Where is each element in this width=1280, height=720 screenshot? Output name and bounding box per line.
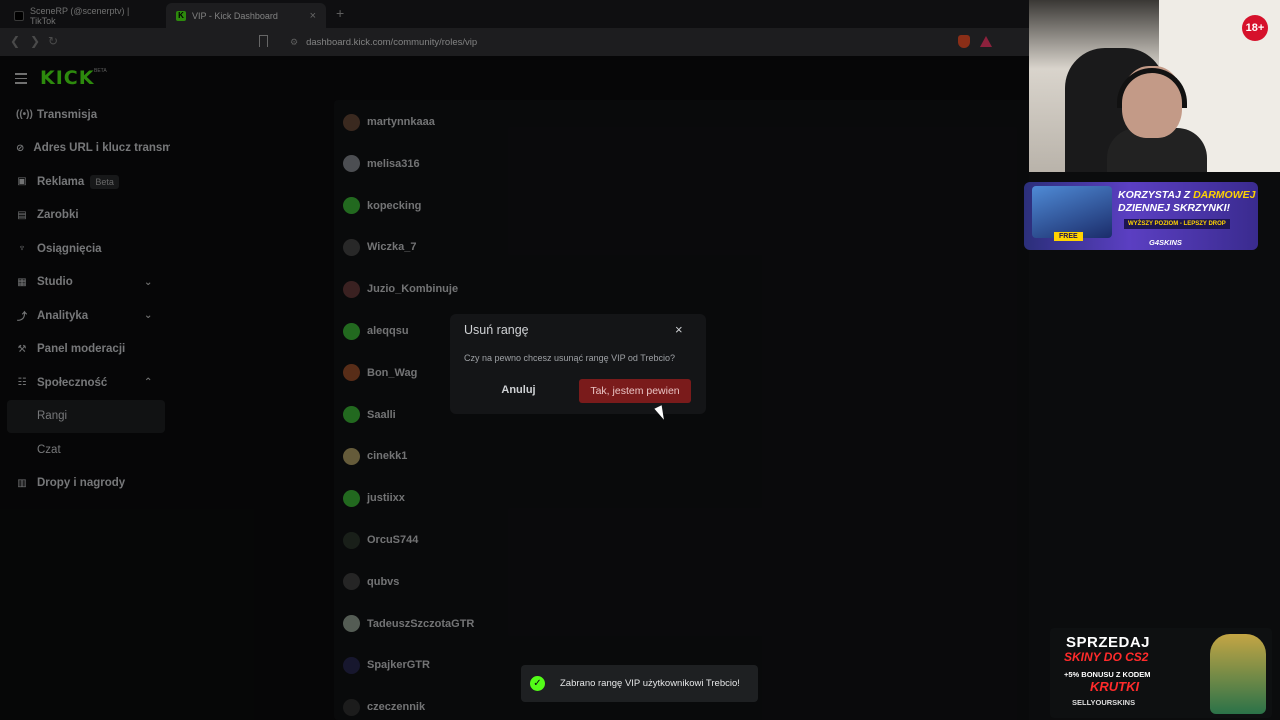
ad-headline-1: KORZYSTAJ Z DARMOWEJ <box>1118 189 1256 201</box>
dialog-message: Czy na pewno chcesz usunąć rangę VIP od … <box>464 353 675 363</box>
remove-role-dialog: Usuń rangę × Czy na pewno chcesz usunąć … <box>450 314 706 414</box>
cancel-button[interactable]: Anuluj <box>490 380 547 400</box>
ad-code: KRUTKI <box>1090 679 1140 694</box>
ad-brand: G4SKINS <box>1149 238 1182 247</box>
toast-message: Zabrano rangę VIP użytkownikowi Trebcio! <box>560 678 740 689</box>
ad-headline-2: DZIENNEJ SKRZYNKI! <box>1118 202 1231 214</box>
close-icon[interactable]: × <box>675 322 683 337</box>
ad-tagline: WYŻSZY POZIOM - LEPSZY DROP <box>1124 219 1230 229</box>
ad-artwork <box>1032 186 1112 238</box>
dialog-title: Usuń rangę <box>464 323 529 337</box>
sellyourskins-banner: SPRZEDAJ SKINY DO CS2 +5% BONUSU Z KODEM… <box>1050 628 1272 718</box>
ad-artwork <box>1210 634 1266 714</box>
ad-brand: SELLYOURSKINS <box>1072 698 1136 707</box>
age-rating-badge: 18+ <box>1242 15 1268 41</box>
g4skins-banner: KORZYSTAJ Z DARMOWEJ DZIENNEJ SKRZYNKI! … <box>1024 182 1258 250</box>
confirm-remove-button[interactable]: Tak, jestem pewien <box>579 379 691 403</box>
ad-bonus-text: +5% BONUSU Z KODEM <box>1064 670 1151 679</box>
ad-free-badge: FREE <box>1054 232 1083 241</box>
check-icon: ✓ <box>530 676 545 691</box>
ad-headline-1: SPRZEDAJ <box>1066 634 1151 651</box>
ad-headline-2: SKINY DO CS2 <box>1064 650 1149 664</box>
success-toast: ✓ Zabrano rangę VIP użytkownikowi Trebci… <box>521 665 758 702</box>
